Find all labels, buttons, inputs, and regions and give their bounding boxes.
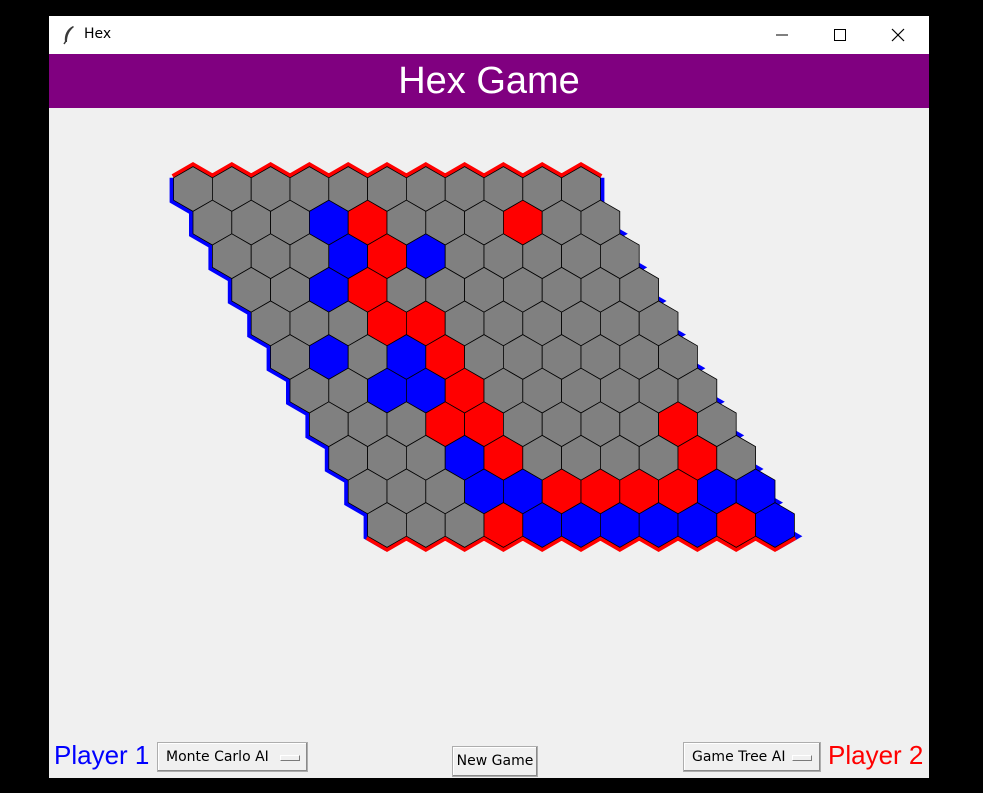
new-game-button[interactable]: New Game bbox=[452, 746, 538, 777]
close-button[interactable] bbox=[869, 16, 927, 54]
player2-label: Player 2 bbox=[828, 740, 924, 770]
minimize-button[interactable] bbox=[753, 16, 811, 54]
title-bar[interactable]: Hex bbox=[49, 16, 929, 54]
hex-board[interactable] bbox=[49, 108, 929, 728]
maximize-icon bbox=[834, 29, 846, 41]
player2-ai-dropdown[interactable]: Game Tree AI bbox=[683, 742, 821, 772]
minimize-icon bbox=[776, 34, 788, 36]
dropdown-indicator-icon bbox=[792, 755, 812, 761]
hex-window: Hex Hex Game Player 1 Monte Carlo AI New… bbox=[49, 16, 929, 778]
player1-ai-value: Monte Carlo AI bbox=[166, 749, 269, 765]
player1-label: Player 1 bbox=[54, 740, 150, 770]
player1-ai-dropdown[interactable]: Monte Carlo AI bbox=[157, 742, 308, 772]
window-title: Hex bbox=[84, 26, 112, 42]
game-title-banner: Hex Game bbox=[49, 54, 929, 108]
player2-ai-value: Game Tree AI bbox=[692, 749, 786, 765]
close-icon bbox=[891, 28, 905, 42]
maximize-button[interactable] bbox=[811, 16, 869, 54]
feather-icon bbox=[63, 26, 74, 45]
dropdown-indicator-icon bbox=[280, 755, 300, 761]
